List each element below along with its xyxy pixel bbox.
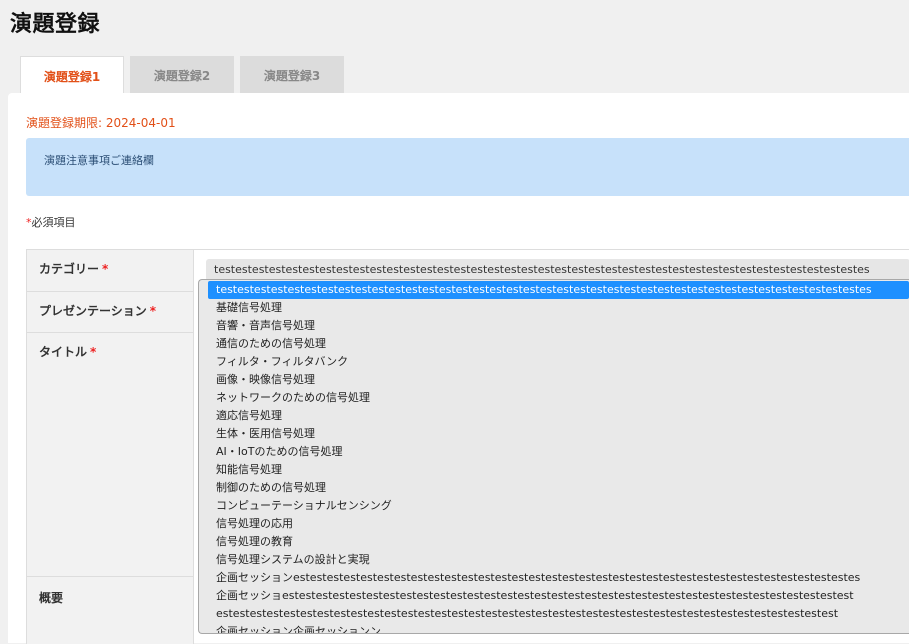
category-option[interactable]: 適応信号処理 bbox=[208, 407, 909, 425]
notice-text: 演題注意事項ご連絡欄 bbox=[44, 154, 154, 167]
category-option[interactable]: 生体・医用信号処理 bbox=[208, 425, 909, 443]
category-option[interactable]: 制御のための信号処理 bbox=[208, 479, 909, 497]
category-option[interactable]: コンピューテーショナルセンシング bbox=[208, 497, 909, 515]
page-title: 演題登録 bbox=[10, 12, 101, 37]
category-option[interactable]: フィルタ・フィルタバンク bbox=[208, 353, 909, 371]
title-required-mark: * bbox=[90, 345, 97, 359]
category-option-line-2: estestestestestestestestestestestesteste… bbox=[216, 607, 839, 620]
category-option[interactable]: 音響・音声信号処理 bbox=[208, 317, 909, 335]
category-label-text: カテゴリー bbox=[39, 262, 100, 276]
presentation-label: プレゼンテーション * bbox=[27, 292, 194, 333]
category-option[interactable]: 信号処理の教育 bbox=[208, 533, 909, 551]
notice-box: 演題注意事項ご連絡欄 bbox=[26, 138, 909, 196]
category-option[interactable]: 画像・映像信号処理 bbox=[208, 371, 909, 389]
category-required-mark: * bbox=[102, 262, 109, 276]
label-column: カテゴリー * プレゼンテーション * タイトル * 概要 bbox=[26, 250, 194, 644]
category-option[interactable]: 信号処理システムの設計と実現 bbox=[208, 551, 909, 569]
category-option[interactable]: testestestestestestestestestestestestest… bbox=[208, 281, 909, 299]
category-option[interactable]: 企画セッションestestestestestestestestestestest… bbox=[208, 569, 909, 587]
category-option[interactable]: 企画セッショestestestestestestestestestesteste… bbox=[208, 587, 909, 623]
category-label: カテゴリー * bbox=[27, 250, 194, 292]
summary-label-text: 概要 bbox=[39, 591, 64, 605]
required-note: *必須項目 bbox=[26, 214, 76, 230]
tab-registration-1[interactable]: 演題登録1 bbox=[20, 56, 124, 95]
category-option[interactable]: 知能信号処理 bbox=[208, 461, 909, 479]
category-option[interactable]: 通信のための信号処理 bbox=[208, 335, 909, 353]
category-option-line-1: 企画セッショestestestestestestestestestesteste… bbox=[216, 589, 854, 602]
tab-registration-3[interactable]: 演題登録3 bbox=[240, 56, 344, 94]
category-option[interactable]: 基礎信号処理 bbox=[208, 299, 909, 317]
category-option[interactable]: 信号処理の応用 bbox=[208, 515, 909, 533]
presentation-label-text: プレゼンテーション bbox=[39, 304, 147, 318]
category-option[interactable]: 企画セッション企画セッションン bbox=[208, 623, 909, 633]
category-dropdown-list[interactable]: testestestestestestestestestestestestest… bbox=[198, 279, 909, 634]
tab-registration-2[interactable]: 演題登録2 bbox=[130, 56, 234, 94]
required-note-text: 必須項目 bbox=[31, 216, 76, 229]
presentation-required-mark: * bbox=[149, 304, 157, 318]
category-option[interactable]: ネットワークのための信号処理 bbox=[208, 389, 909, 407]
title-label: タイトル * bbox=[27, 333, 194, 577]
summary-label: 概要 bbox=[27, 577, 194, 644]
category-options: testestestestestestestestestestestestest… bbox=[208, 281, 909, 633]
tab-bar: 演題登録1 演題登録2 演題登録3 bbox=[20, 56, 344, 95]
category-option[interactable]: AI・IoTのための信号処理 bbox=[208, 443, 909, 461]
category-select[interactable]: testestestestestestestestestestestestest… bbox=[206, 259, 909, 281]
title-label-text: タイトル bbox=[39, 345, 88, 359]
registration-deadline: 演題登録期限: 2024-04-01 bbox=[26, 116, 176, 130]
